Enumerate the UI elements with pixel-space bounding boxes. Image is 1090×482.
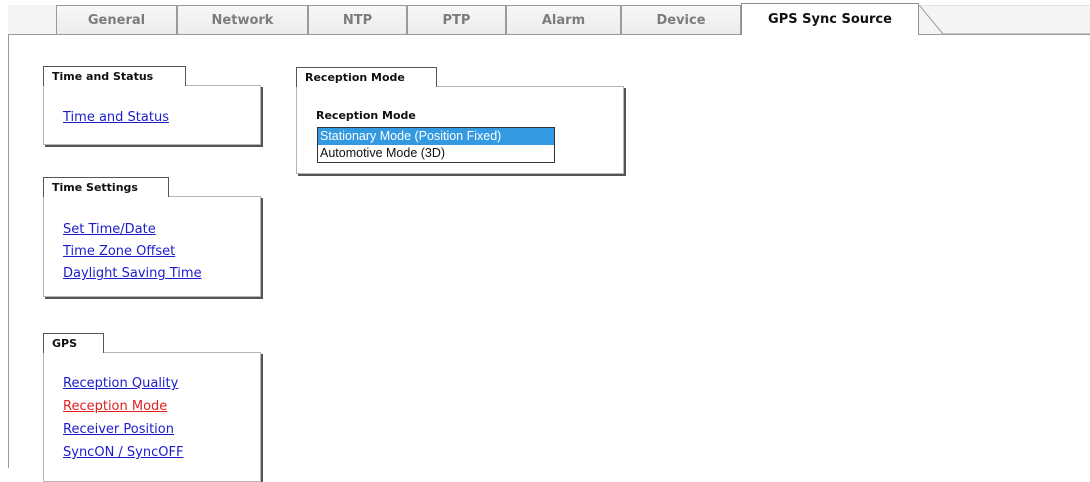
tab-alarm[interactable]: Alarm xyxy=(506,5,621,34)
time-zone-offset-link[interactable]: Time Zone Offset xyxy=(63,244,175,259)
tab-ntp[interactable]: NTP xyxy=(308,5,407,34)
tab-gps-sync-source[interactable]: GPS Sync Source xyxy=(741,3,919,35)
option-stationary-mode[interactable]: Stationary Mode (Position Fixed) xyxy=(318,128,554,145)
tab-network[interactable]: Network xyxy=(177,5,308,34)
set-time-date-link[interactable]: Set Time/Date xyxy=(63,222,156,237)
tab-bar-end-decoration xyxy=(919,5,1090,35)
tab-bar: General Network NTP PTP Alarm Device GPS… xyxy=(0,0,1090,36)
tab-device[interactable]: Device xyxy=(621,5,741,34)
tab-ptp[interactable]: PTP xyxy=(407,5,506,34)
daylight-saving-time-link[interactable]: Daylight Saving Time xyxy=(63,266,202,281)
gps-group xyxy=(43,352,261,482)
time-status-group-title: Time and Status xyxy=(43,66,186,86)
gps-group-title: GPS xyxy=(43,333,104,353)
synconoff-link[interactable]: SyncON / SyncOFF xyxy=(63,445,183,460)
option-automotive-mode[interactable]: Automotive Mode (3D) xyxy=(318,145,554,162)
reception-quality-link[interactable]: Reception Quality xyxy=(63,376,178,391)
reception-mode-link[interactable]: Reception Mode xyxy=(63,399,167,414)
tab-general[interactable]: General xyxy=(56,5,177,34)
time-settings-group-title: Time Settings xyxy=(43,177,169,197)
reception-mode-panel-title: Reception Mode xyxy=(296,67,437,87)
time-and-status-link[interactable]: Time and Status xyxy=(63,110,169,125)
receiver-position-link[interactable]: Receiver Position xyxy=(63,422,174,437)
reception-mode-listbox[interactable]: Stationary Mode (Position Fixed) Automot… xyxy=(317,127,555,163)
reception-mode-field-label: Reception Mode xyxy=(316,109,416,122)
